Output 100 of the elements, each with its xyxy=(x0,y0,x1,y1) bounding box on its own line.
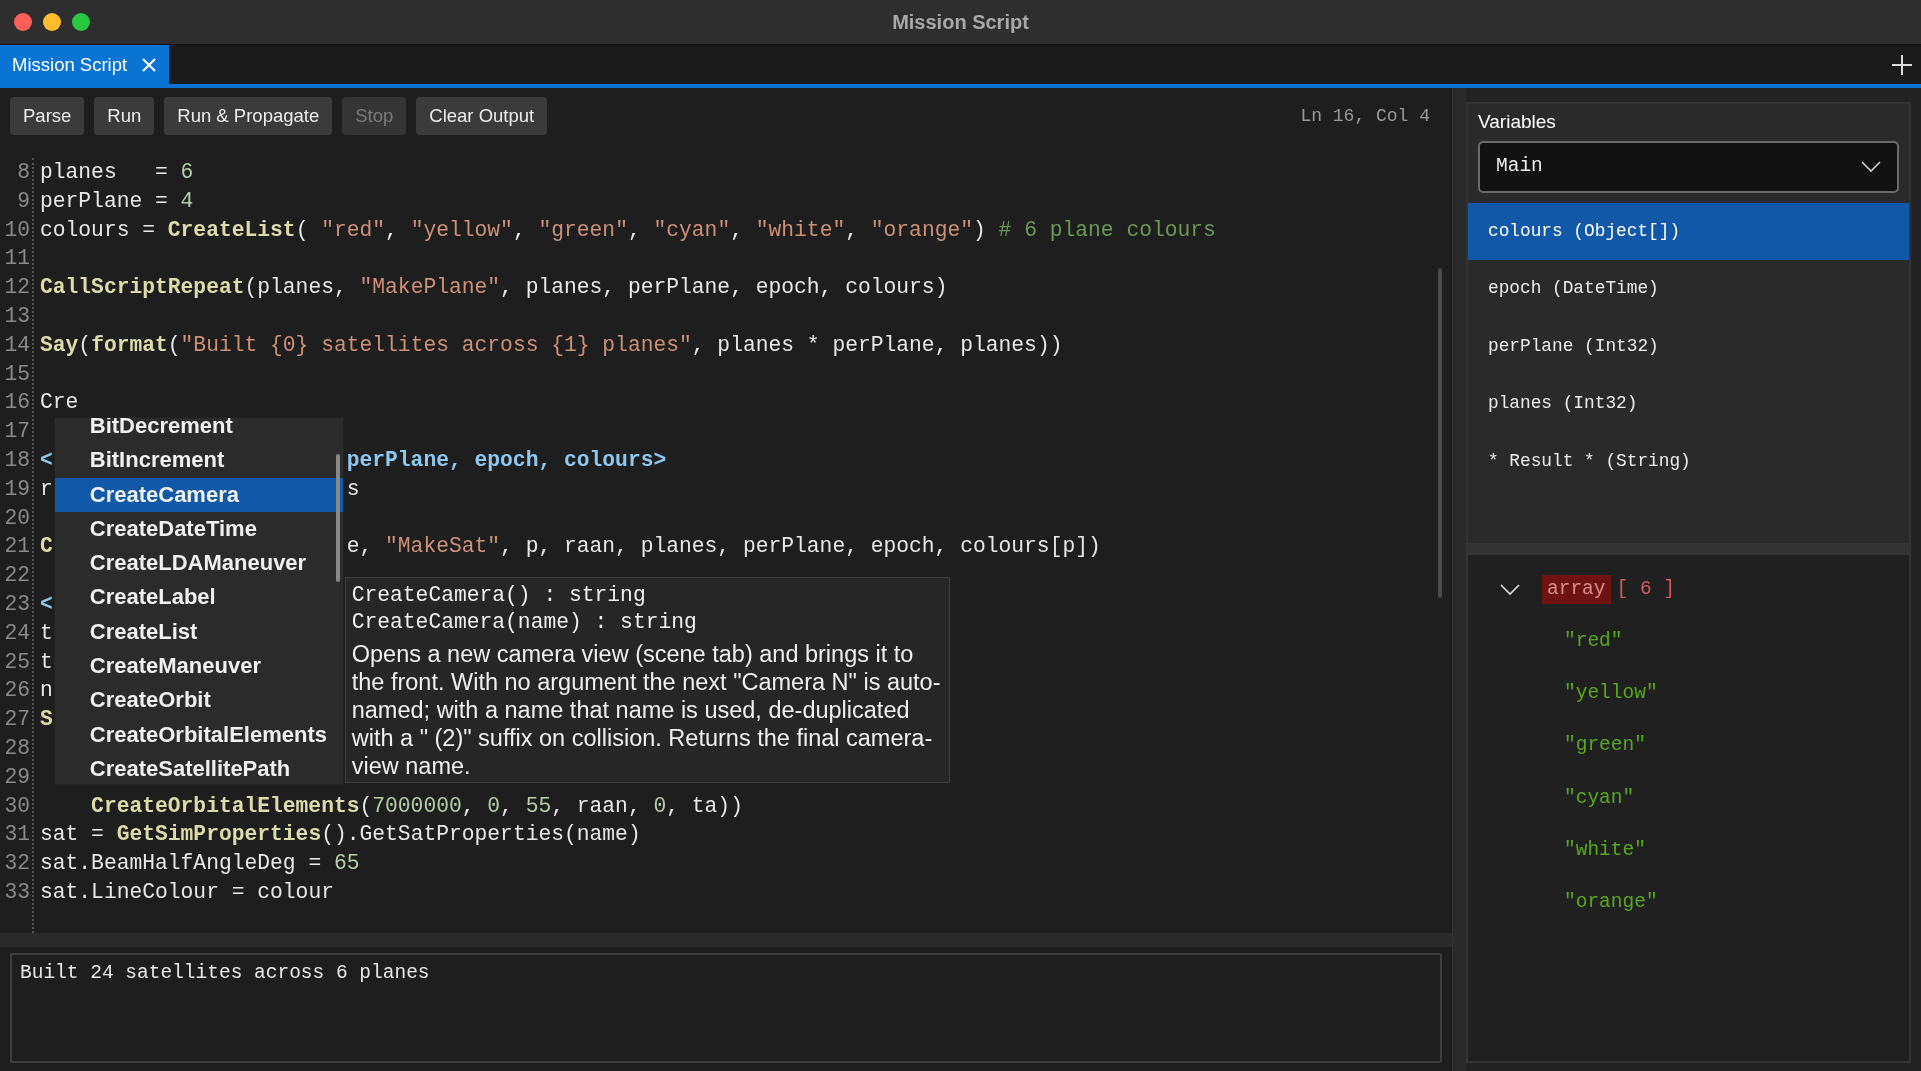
line-number: 28 xyxy=(3,734,30,762)
variable-item[interactable]: colours (Object[]) xyxy=(1468,202,1909,260)
close-icon[interactable] xyxy=(141,56,158,73)
code-token: # 6 plane colours xyxy=(998,217,1216,242)
line-number: 23 xyxy=(3,590,30,618)
code-token: s xyxy=(346,476,360,501)
code-token: C xyxy=(40,534,53,559)
code-token: 55 xyxy=(525,793,552,818)
line-number: 20 xyxy=(3,504,30,532)
code-token: e, xyxy=(346,534,374,559)
window-title: Mission Script xyxy=(892,10,1029,35)
code-token: ( xyxy=(167,332,181,357)
minimize-button[interactable] xyxy=(43,13,61,31)
tab[interactable]: Mission Script xyxy=(0,45,170,84)
suggestion-item[interactable]: CreateLabel xyxy=(54,580,343,615)
line-number: 25 xyxy=(3,648,30,676)
close-button[interactable] xyxy=(14,13,32,31)
array-value: "green" xyxy=(1563,733,1647,759)
array-value: "orange" xyxy=(1563,890,1659,916)
code-token: 65 xyxy=(333,851,360,876)
suggestion-item[interactable]: CreateOrbit xyxy=(54,683,343,718)
suggestion-item[interactable]: CreateDateTime xyxy=(54,511,343,547)
code-token: "Built {0} satellites across {1} planes" xyxy=(180,332,692,357)
suggestion-item[interactable]: CreateSatellitePath xyxy=(54,751,343,784)
array-value: "red" xyxy=(1563,628,1624,654)
chevron-down-icon[interactable] xyxy=(1861,160,1881,173)
zoom-button[interactable] xyxy=(72,13,90,31)
variable-item[interactable]: * Result * (String) xyxy=(1468,432,1909,490)
code-token: Say xyxy=(40,332,79,357)
code-token: "MakePlane" xyxy=(359,275,501,300)
code-token: t xyxy=(40,649,53,674)
line-number: 18 xyxy=(3,446,30,474)
code-token: S xyxy=(40,707,53,732)
code-token: , planes, perPlane, epoch, colours) xyxy=(500,275,948,300)
suggestion-item[interactable]: CreateManeuver xyxy=(54,649,343,684)
code-token: CallScriptRepeat xyxy=(40,275,245,300)
array-value: "white" xyxy=(1563,838,1647,864)
code-token: , xyxy=(500,793,514,818)
code-token: , xyxy=(627,217,642,242)
line-number: 24 xyxy=(3,619,30,647)
line-number: 31 xyxy=(3,821,30,849)
scope-dropdown[interactable]: Main xyxy=(1478,140,1899,193)
chevron-down-icon[interactable] xyxy=(1500,583,1520,596)
count-label: [ 6 ] xyxy=(1616,576,1676,602)
line-number: 29 xyxy=(3,763,30,791)
code-token: GetSimProperties xyxy=(116,822,322,847)
code-token: CreateList xyxy=(167,217,296,242)
plus-icon[interactable] xyxy=(1891,54,1913,77)
description-text: Opens a new camera view (scene tab) and brings it to the front. With no argument the next "Camera N" is auto-named; with a name that name is used, de-duplicated with a " (2)" suffix on collision. Returns the final camera-view name. xyxy=(351,640,942,780)
signature-text: CreateCamera() : string xyxy=(351,582,647,609)
array-value: "cyan" xyxy=(1563,785,1636,811)
suggestion-item[interactable]: CreateList xyxy=(54,614,343,650)
code-token: sat.BeamHalfAngleDeg = xyxy=(40,851,323,876)
suggestion-item[interactable]: BitIncrement xyxy=(54,443,343,478)
code-token: < xyxy=(40,591,53,616)
splitter-handle[interactable] xyxy=(1452,88,1466,1071)
toolbar-button[interactable]: Run xyxy=(94,97,155,135)
code-token: "MakeSat" xyxy=(385,534,501,559)
code-token: 0 xyxy=(653,793,667,818)
toolbar-button[interactable]: Parse xyxy=(10,97,85,135)
code-token: , planes * perPlane, planes)) xyxy=(691,332,1063,357)
code-token: Cre xyxy=(40,390,79,415)
line-number: 15 xyxy=(3,360,30,388)
variable-item[interactable]: perPlane (Int32) xyxy=(1468,317,1909,375)
toolbar-button[interactable]: Run & Propagate xyxy=(164,97,333,135)
toolbar-button[interactable]: Clear Output xyxy=(416,97,548,135)
suggestion-item[interactable]: CreateLDAManeuver xyxy=(54,546,343,581)
code-token: < xyxy=(40,447,53,472)
code-token: planes = xyxy=(40,160,169,184)
dropdown-value: Main xyxy=(1496,153,1543,179)
splitter-handle[interactable] xyxy=(0,933,1452,947)
code-token: 7000000 xyxy=(372,793,462,818)
cursor-position: Ln 16, Col 4 xyxy=(1300,104,1430,128)
code-token: ( xyxy=(359,793,373,818)
tab-label: Mission Script xyxy=(12,52,128,77)
line-number: 8 xyxy=(16,159,30,186)
code-token: 4 xyxy=(180,188,194,213)
code-token: n xyxy=(40,678,53,703)
line-number: 33 xyxy=(3,878,30,906)
code-token: , xyxy=(385,217,399,242)
code-token: "green" xyxy=(538,217,628,242)
code-token: CreateOrbitalElements xyxy=(91,793,360,818)
variable-item[interactable]: epoch (DateTime) xyxy=(1468,260,1909,318)
line-number: 32 xyxy=(3,850,30,878)
scrollbar-thumb[interactable] xyxy=(335,454,340,582)
line-number: 26 xyxy=(3,677,30,705)
code-token: ().GetSatProperties(name) xyxy=(321,822,641,847)
output-field[interactable]: Built 24 satellites across 6 planes xyxy=(10,953,1442,1063)
code-token: "cyan" xyxy=(653,217,731,242)
panel-title: Variables xyxy=(1477,110,1557,134)
code-token: , xyxy=(845,217,859,242)
code-token: 6 xyxy=(180,160,194,184)
line-number: 9 xyxy=(16,187,30,215)
variable-item[interactable]: planes (Int32) xyxy=(1468,375,1909,433)
line-number: 22 xyxy=(3,562,30,590)
suggestion-item[interactable]: CreateCamera xyxy=(54,477,343,512)
code-token: colours = xyxy=(40,217,157,242)
code-token: r xyxy=(40,476,53,501)
suggestion-item[interactable]: CreateOrbitalElements xyxy=(54,717,343,752)
line-number: 27 xyxy=(3,706,30,734)
